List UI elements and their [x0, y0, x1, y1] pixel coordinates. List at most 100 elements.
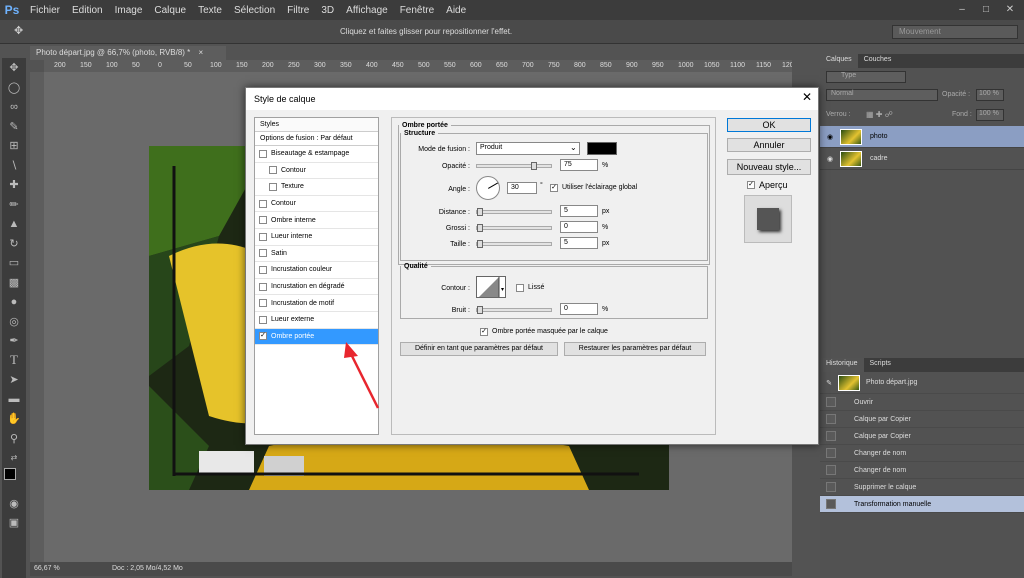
chevron-down-icon[interactable]: ⌄ [570, 143, 577, 152]
preview-checkbox[interactable]: ✓ [747, 181, 755, 189]
history-item[interactable]: Changer de nom [820, 445, 1024, 462]
history-brush-icon[interactable]: ↻ [2, 234, 26, 254]
zoom-level[interactable]: 66,67 % [34, 565, 60, 572]
menu-aide[interactable]: Aide [440, 5, 472, 16]
layer-row-photo[interactable]: ◉ photo [820, 126, 1024, 148]
lasso-icon[interactable]: ∞ [2, 97, 26, 117]
minimize-icon[interactable]: – [952, 2, 972, 16]
styles-header[interactable]: Styles [255, 118, 378, 132]
menu-selection[interactable]: Sélection [228, 5, 281, 16]
tab-calques[interactable]: Calques [820, 54, 858, 68]
distance-slider[interactable] [476, 208, 552, 216]
gradient-icon[interactable]: ▩ [2, 273, 26, 293]
hand-icon[interactable]: ✋ [2, 409, 26, 429]
opacity-input[interactable]: 75 [560, 159, 598, 171]
noise-input[interactable]: 0 [560, 303, 598, 315]
blend-options-item[interactable]: Options de fusion : Par défaut [255, 132, 378, 146]
path-select-icon[interactable]: ➤ [2, 370, 26, 390]
distance-knob[interactable] [477, 208, 483, 216]
color-swatches[interactable] [2, 467, 26, 494]
dialog-close-icon[interactable]: ✕ [802, 90, 812, 104]
layer-blend-mode[interactable]: Normal [826, 89, 938, 101]
menu-edition[interactable]: Edition [66, 5, 109, 16]
history-item[interactable]: Changer de nom [820, 462, 1024, 479]
style-checkbox[interactable] [259, 149, 267, 158]
history-item[interactable]: Calque par Copier [820, 428, 1024, 445]
menu-image[interactable]: Image [109, 5, 149, 16]
spread-input[interactable]: 0 [560, 221, 598, 233]
history-snapshot[interactable]: ✎ Photo départ.jpg [820, 372, 1024, 394]
style-checkbox[interactable] [259, 232, 267, 241]
style-checkbox[interactable] [259, 199, 267, 208]
visibility-eye-icon[interactable]: ◉ [820, 133, 840, 141]
stamp-icon[interactable]: ▲ [2, 214, 26, 234]
size-knob[interactable] [477, 240, 483, 248]
close-icon[interactable]: ✕ [1000, 2, 1020, 16]
style-item[interactable]: Lueur interne [255, 229, 378, 246]
maximize-icon[interactable]: □ [976, 2, 996, 16]
pen-icon[interactable]: ✒ [2, 331, 26, 351]
contour-picker[interactable]: ▾ [476, 276, 506, 298]
style-item[interactable]: Texture [255, 179, 378, 196]
menu-affichage[interactable]: Affichage [340, 5, 394, 16]
spread-slider[interactable] [476, 224, 552, 232]
noise-knob[interactable] [477, 306, 483, 314]
zoom-icon[interactable]: ⚲ [2, 429, 26, 449]
style-checkbox[interactable] [269, 166, 277, 175]
healing-icon[interactable]: ✚ [2, 175, 26, 195]
marquee-icon[interactable]: ◯ [2, 78, 26, 98]
style-checkbox[interactable] [259, 282, 267, 291]
distance-input[interactable]: 5 [560, 205, 598, 217]
document-tab[interactable]: Photo départ.jpg @ 66,7% (photo, RVB/8) … [30, 46, 226, 60]
style-item[interactable]: Incrustation couleur [255, 262, 378, 279]
menu-3d[interactable]: 3D [315, 5, 340, 16]
style-item[interactable]: Ombre interne [255, 212, 378, 229]
angle-dial[interactable] [476, 176, 500, 200]
cancel-button[interactable]: Annuler [727, 138, 811, 152]
history-item[interactable]: Supprimer le calque [820, 479, 1024, 496]
style-checkbox[interactable]: ✓ [259, 332, 267, 341]
style-item[interactable]: Incrustation en dégradé [255, 279, 378, 296]
lock-icons[interactable]: ▦ ✚ ☍ [866, 110, 893, 119]
layer-fill[interactable]: 100 % [976, 109, 1004, 121]
style-checkbox[interactable] [259, 249, 267, 258]
size-slider[interactable] [476, 240, 552, 248]
layer-name[interactable]: cadre [870, 155, 888, 162]
eraser-icon[interactable]: ▭ [2, 253, 26, 273]
global-light-checkbox[interactable]: ✓ [550, 184, 558, 192]
shape-icon[interactable]: ▬ [2, 390, 26, 410]
layer-name[interactable]: photo [870, 133, 888, 140]
history-item[interactable]: Calque par Copier [820, 411, 1024, 428]
menu-texte[interactable]: Texte [192, 5, 228, 16]
style-checkbox[interactable] [259, 265, 267, 274]
smooth-checkbox[interactable] [516, 284, 524, 292]
style-item[interactable]: Biseautage & estampage [255, 146, 378, 163]
tab-couches[interactable]: Couches [858, 54, 898, 68]
move-tool-icon[interactable]: ✥ [14, 24, 23, 37]
angle-input[interactable]: 30 [507, 182, 537, 194]
make-default-button[interactable]: Définir en tant que paramètres par défau… [400, 342, 558, 356]
blur-icon[interactable]: ● [2, 292, 26, 312]
layer-row-cadre[interactable]: ◉ cadre [820, 148, 1024, 170]
dodge-icon[interactable]: ◎ [2, 312, 26, 332]
quick-mask-icon[interactable]: ◉ [2, 494, 26, 514]
style-item[interactable]: Satin [255, 246, 378, 263]
quick-select-icon[interactable]: ✎ [2, 117, 26, 137]
opacity-knob[interactable] [531, 162, 537, 170]
style-checkbox[interactable] [269, 182, 277, 191]
blend-mode-select[interactable]: Produit [476, 142, 580, 155]
ok-button[interactable]: OK [727, 118, 811, 132]
workspace-select[interactable]: Mouvement [892, 25, 1018, 39]
spread-knob[interactable] [477, 224, 483, 232]
knockout-checkbox[interactable]: ✓ [480, 328, 488, 336]
opacity-slider[interactable] [476, 162, 552, 170]
size-input[interactable]: 5 [560, 237, 598, 249]
noise-slider[interactable] [476, 306, 552, 314]
style-checkbox[interactable] [259, 315, 267, 324]
swap-colors-icon[interactable]: ⇄ [2, 448, 26, 468]
reset-default-button[interactable]: Restaurer les paramètres par défaut [564, 342, 706, 356]
menu-fichier[interactable]: Fichier [24, 5, 66, 16]
style-item[interactable]: Contour [255, 163, 378, 180]
history-brush-icon[interactable]: ✎ [820, 379, 838, 387]
layer-opacity[interactable]: 100 % [976, 89, 1004, 101]
